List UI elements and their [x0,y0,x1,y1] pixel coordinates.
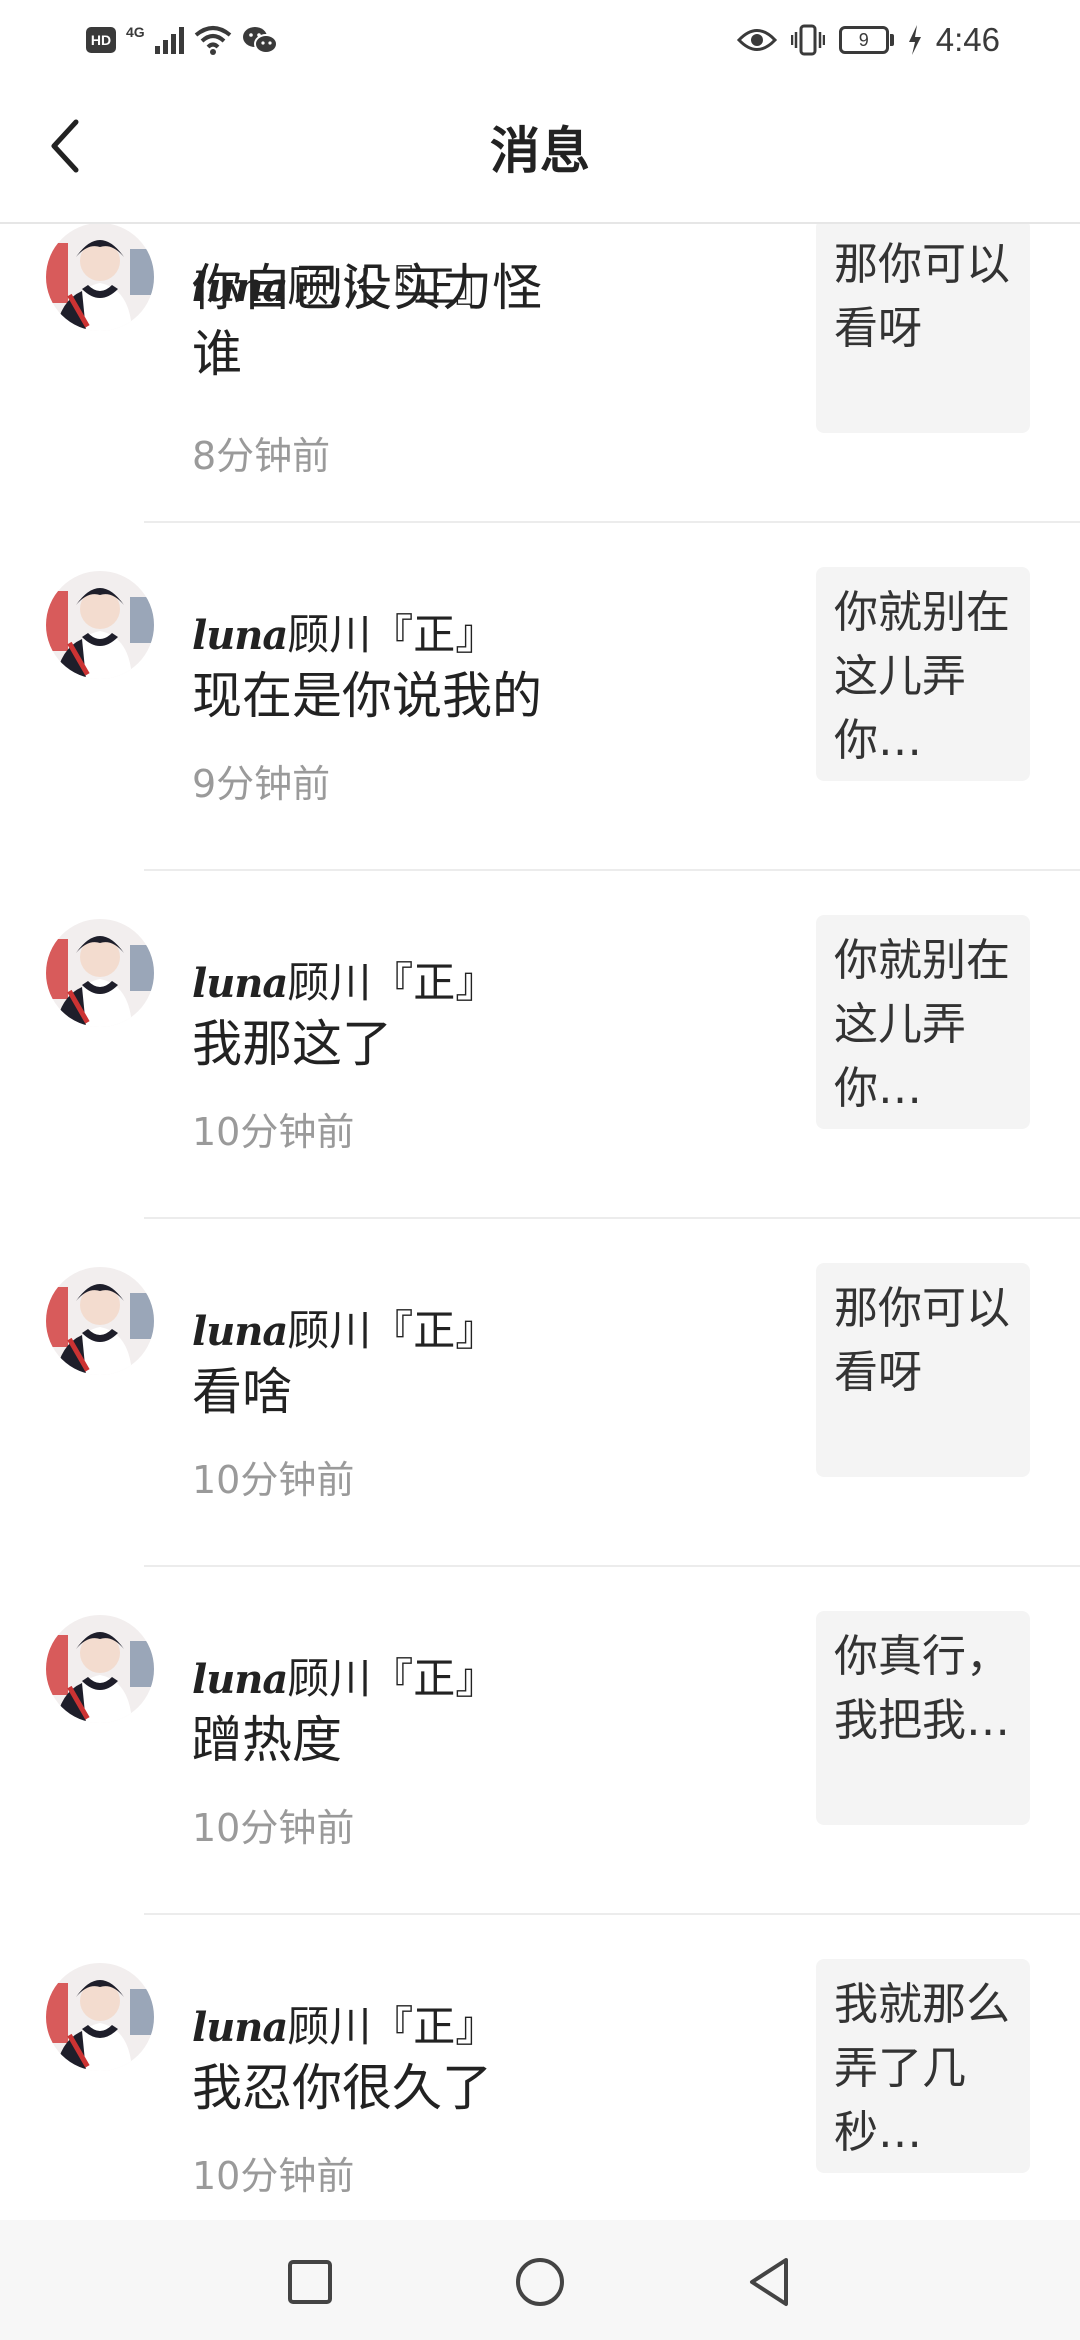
message-item[interactable]: luna顾川『正』 蹭热度 10分钟前 你真行，我把我… [0,1567,1080,1915]
avatar[interactable] [46,1267,154,1375]
back-triangle-icon [750,2258,788,2306]
message-item[interactable]: luna顾川『正』 现在是你说我的 9分钟前 你就别在这儿弄你… [0,523,1080,871]
quoted-message-text: 我就那么弄了几秒… [834,1979,1010,2158]
recents-button[interactable] [282,2254,338,2310]
message-item[interactable]: luna顾川『正』 我忍你很久了 10分钟前 我就那么弄了几秒… [0,1915,1080,2263]
message-text: 我那这了 [192,1015,392,1073]
message-text: 蹭热度 [192,1711,342,1769]
home-button[interactable] [512,2254,568,2310]
message-time: 10分钟前 [192,2154,355,2198]
avatar[interactable] [46,223,154,331]
quoted-message[interactable]: 那你可以看呀 [816,1263,1030,1477]
message-item[interactable]: luna顾川『正』 看啥 10分钟前 那你可以看呀 [0,1219,1080,1567]
message-time: 10分钟前 [192,1806,355,1850]
message-list: luna顾川『正』 你自己没实力怪谁 8分钟前 那你可以看呀 luna顾川『正』… [0,0,1080,2340]
user-name: luna顾川『正』 [192,958,498,1007]
avatar[interactable] [46,571,154,679]
quoted-message[interactable]: 我就那么弄了几秒… [816,1959,1030,2173]
user-name: luna顾川『正』 [192,1654,498,1703]
message-time: 10分钟前 [192,1458,355,1502]
quoted-message-text: 你就别在这儿弄你… [834,935,1010,1114]
message-item[interactable]: luna顾川『正』 你自己没实力怪谁 8分钟前 那你可以看呀 [0,175,1080,523]
avatar[interactable] [46,1963,154,2071]
home-circle-icon [516,2258,564,2306]
avatar[interactable] [46,1615,154,1723]
quoted-message-text: 你真行，我把我… [834,1631,1010,1746]
quoted-message[interactable]: 你真行，我把我… [816,1611,1030,1825]
system-nav-bar [0,2220,1080,2340]
recents-square-icon [288,2260,332,2304]
message-item[interactable]: luna顾川『正』 我那这了 10分钟前 你就别在这儿弄你… [0,871,1080,1219]
message-text: 现在是你说我的 [192,667,542,725]
quoted-message-text: 那你可以看呀 [834,1283,1010,1398]
message-time: 10分钟前 [192,1110,355,1154]
message-time: 8分钟前 [192,434,331,478]
user-name: luna顾川『正』 [192,1306,498,1355]
quoted-message-text: 你就别在这儿弄你… [834,587,1010,766]
back-nav-button[interactable] [742,2254,798,2310]
message-text: 看啥 [192,1363,292,1421]
user-name: luna顾川『正』 [192,610,498,659]
message-text: 我忍你很久了 [192,2059,492,2117]
quoted-message[interactable]: 那你可以看呀 [816,219,1030,433]
quoted-message-text: 那你可以看呀 [834,239,1010,354]
message-time: 9分钟前 [192,762,331,806]
quoted-message[interactable]: 你就别在这儿弄你… [816,567,1030,781]
app-header: 消息 [0,80,1080,224]
page-title: 消息 [490,122,590,180]
message-text: 你自己没实力怪谁 [192,259,542,383]
quoted-message[interactable]: 你就别在这儿弄你… [816,915,1030,1129]
avatar[interactable] [46,919,154,1027]
user-name: luna顾川『正』 [192,2002,498,2051]
